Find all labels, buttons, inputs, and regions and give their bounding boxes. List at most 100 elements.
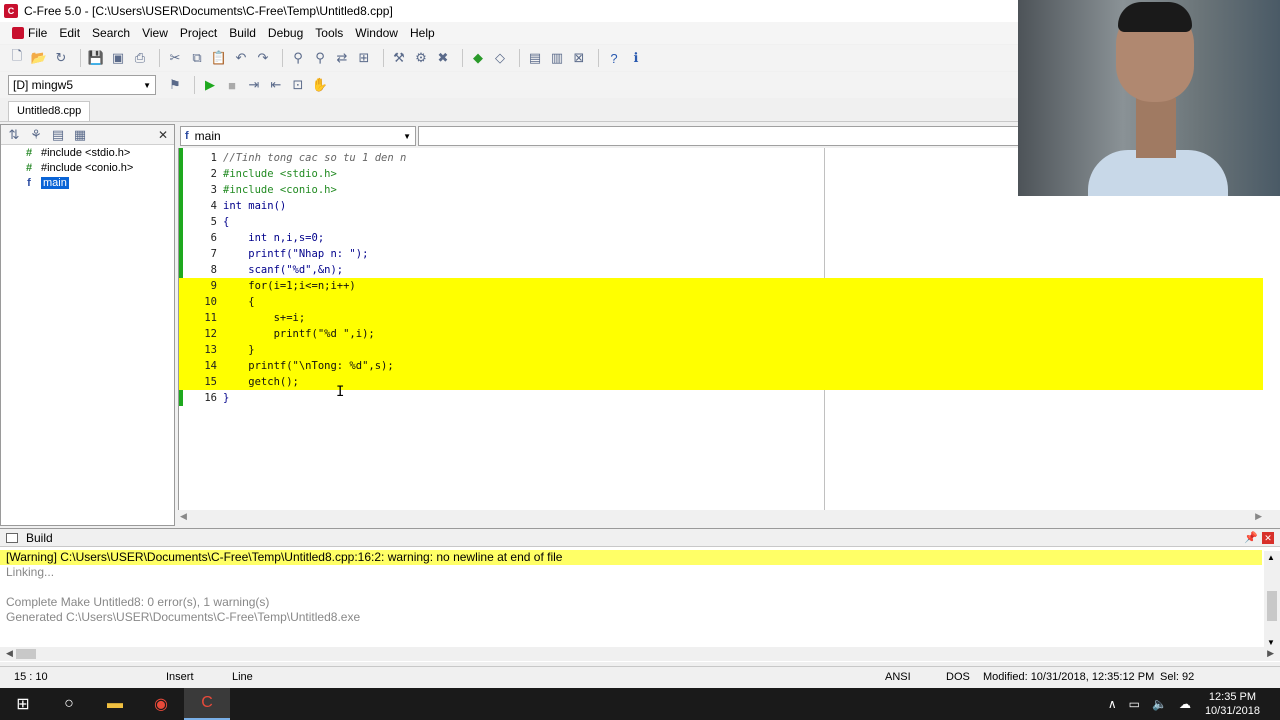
compiler-settings-icon[interactable]: ⚑ [166,76,184,94]
tree-item-main[interactable]: f main [1,175,174,190]
menu-edit[interactable]: Edit [53,26,86,40]
close-doc-icon[interactable]: ⊠ [570,49,588,67]
scroll-right-icon[interactable]: ▶ [1255,511,1262,522]
close-icon[interactable]: ✕ [1262,531,1274,544]
tab-untitled8[interactable]: Untitled8.cpp [8,101,91,121]
hand-icon[interactable]: ✋ [311,76,329,94]
insert-mode: Insert [166,671,194,683]
start-windows-icon[interactable]: ⊞ [0,688,46,720]
code-line[interactable]: 4 int main() [179,198,1280,214]
network-icon[interactable]: ▭ [1129,697,1140,711]
menu-help[interactable]: Help [404,26,441,40]
step-over-icon[interactable]: ⇤ [267,76,285,94]
editor-horizontal-scrollbar[interactable]: ◀ ▶ [178,510,1264,524]
code-line[interactable]: 13 } [179,342,1263,358]
build-icon[interactable]: ⚙ [412,49,430,67]
build-output-line[interactable]: Generated C:\Users\USER\Documents\C-Free… [0,610,1280,625]
member-select[interactable] [418,126,1020,146]
goto-icon[interactable]: ⊞ [355,49,373,67]
scroll-up-icon[interactable]: ▲ [1267,553,1275,562]
scroll-down-icon[interactable]: ▼ [1267,638,1275,647]
compiler-select-value: [D] mingw5 [13,78,74,92]
code-line[interactable]: 11 s+=i; [179,310,1263,326]
code-line[interactable]: 6 int n,i,s=0; [179,230,1280,246]
build-output-line[interactable] [0,580,1280,595]
open-folder-icon[interactable]: 📂 [30,49,48,67]
code-line[interactable]: 12 printf("%d ",i); [179,326,1263,342]
code-editor[interactable]: 1 //Tinh tong cac so tu 1 den n 2 #include … [178,148,1280,510]
build-output-line[interactable]: Linking... [0,565,1280,580]
file-explorer-icon[interactable]: ▬ [92,688,138,720]
undo-icon[interactable]: ↶ [232,49,250,67]
stop-build-icon[interactable]: ✖ [434,49,452,67]
scroll-left-icon[interactable]: ◀ [6,648,13,659]
sort-icon[interactable]: ⇅ [5,126,23,144]
scroll-right-icon[interactable]: ▶ [1267,648,1274,659]
cortana-circle-icon[interactable]: ○ [46,688,92,720]
forward-icon[interactable]: ◇ [491,49,509,67]
find-next-icon[interactable]: ⚲ [311,49,329,67]
close-icon[interactable]: ✕ [158,128,168,142]
build-warning-line[interactable]: [Warning] C:\Users\USER\Documents\C-Free… [0,550,1262,565]
chevron-up-icon[interactable]: ∧ [1108,697,1117,711]
volume-icon[interactable]: 🔈 [1152,697,1167,711]
menu-build[interactable]: Build [223,26,262,40]
menu-tools[interactable]: Tools [309,26,349,40]
build-horizontal-scrollbar[interactable]: ◀ ▶ [0,647,1280,661]
code-text: #include <stdio.h> [223,168,337,180]
chrome-icon[interactable]: ◉ [138,688,184,720]
onedrive-cloud-icon[interactable]: ☁ [1179,697,1191,711]
tree-item-conio[interactable]: # #include <conio.h> [1,160,174,175]
code-line[interactable]: 10 { [179,294,1263,310]
grid-view-icon[interactable]: ▦ [71,126,89,144]
compiler-select[interactable]: [D] mingw5 ▼ [8,75,156,95]
copy-icon[interactable]: ⧉ [188,49,206,67]
save-icon[interactable]: 💾 [87,49,105,67]
menu-debug[interactable]: Debug [262,26,309,40]
code-line[interactable]: 7 printf("Nhap n: "); [179,246,1280,262]
code-line[interactable]: 8 scanf("%d",&n); [179,262,1280,278]
menu-window[interactable]: Window [349,26,404,40]
save-all-icon[interactable]: ▣ [109,49,127,67]
clock[interactable]: 12:35 PM 10/31/2018 [1205,690,1260,718]
scroll-thumb[interactable] [1267,591,1277,621]
reopen-icon[interactable]: ↻ [52,49,70,67]
watch-icon[interactable]: ⊡ [289,76,307,94]
code-line[interactable]: 16} [179,390,1280,406]
bookmark-icon[interactable]: ▤ [526,49,544,67]
help-icon[interactable]: ? [605,49,623,67]
menu-search[interactable]: Search [86,26,136,40]
build-vertical-scrollbar[interactable]: ▲ ▼ [1264,551,1280,647]
print-icon[interactable]: ⎙ [131,49,149,67]
function-select[interactable]: f main ▼ [180,126,416,146]
code-text: getch(); [223,376,299,388]
list-view-icon[interactable]: ▤ [49,126,67,144]
bookmark-next-icon[interactable]: ▥ [548,49,566,67]
back-icon[interactable]: ◆ [469,49,487,67]
stop-icon[interactable]: ■ [223,76,241,94]
build-output-line[interactable]: Complete Make Untitled8: 0 error(s), 1 w… [0,595,1280,610]
info-icon[interactable]: ℹ [627,49,645,67]
menu-file[interactable]: File [6,26,53,40]
code-line[interactable]: 5{ [179,214,1280,230]
scroll-thumb[interactable] [16,649,36,659]
menu-view[interactable]: View [136,26,174,40]
cut-icon[interactable]: ✂ [166,49,184,67]
find-icon[interactable]: ⚲ [289,49,307,67]
scroll-left-icon[interactable]: ◀ [180,511,187,522]
filter-icon[interactable]: ⚘ [27,126,45,144]
paste-icon[interactable]: 📋 [210,49,228,67]
code-line[interactable]: 14 printf("\nTong: %d",s); [179,358,1263,374]
compile-icon[interactable]: ⚒ [390,49,408,67]
run-icon[interactable]: ▶ [201,76,219,94]
menu-project[interactable]: Project [174,26,223,40]
cfree-taskbar-icon[interactable]: C [184,688,230,720]
new-file-icon[interactable]: 🗋 [8,48,26,67]
replace-icon[interactable]: ⇄ [333,49,351,67]
redo-icon[interactable]: ↷ [254,49,272,67]
pin-icon[interactable]: 📌 [1244,531,1258,544]
step-icon[interactable]: ⇥ [245,76,263,94]
code-line[interactable]: 9 for(i=1;i<=n;i++) [179,278,1263,294]
code-text: printf("\nTong: %d",s); [223,360,394,372]
tree-item-stdio[interactable]: # #include <stdio.h> [1,145,174,160]
